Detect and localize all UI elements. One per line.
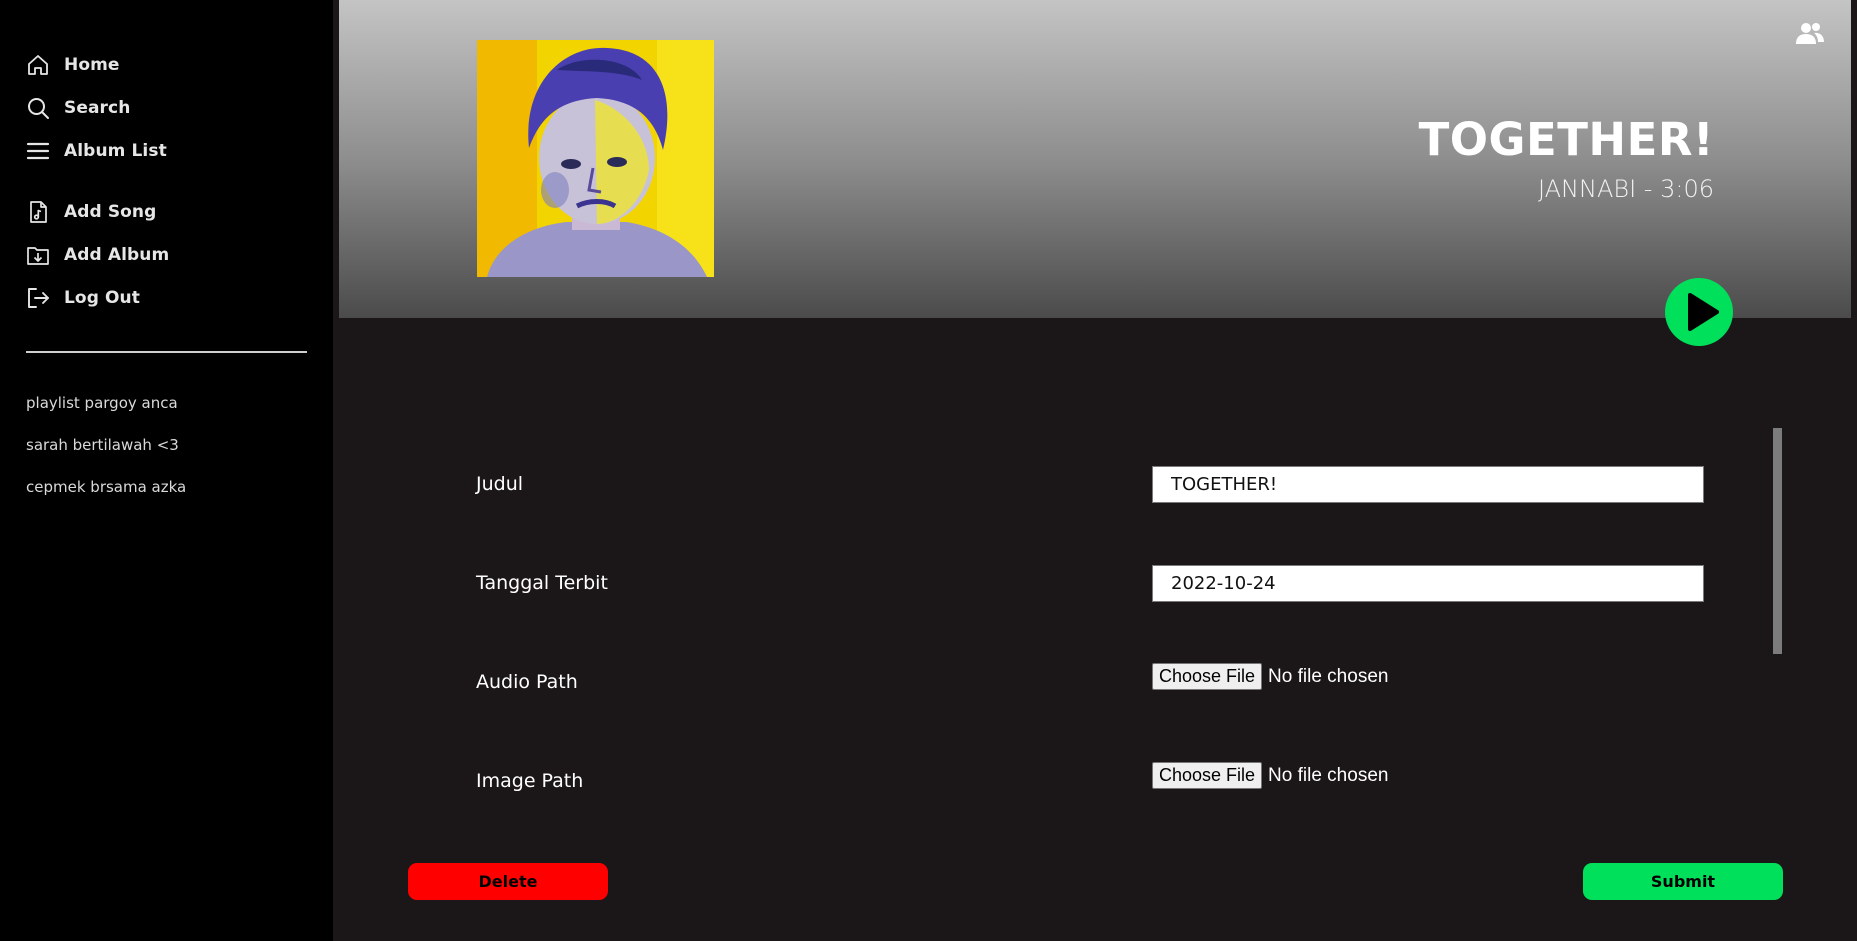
sidebar-divider [26, 351, 307, 353]
nav-home-label: Home [64, 55, 120, 75]
play-icon [1688, 293, 1719, 331]
nav-album-list[interactable]: Album List [26, 136, 167, 166]
image-path-label: Image Path [476, 770, 584, 792]
image-file-picker: Choose File No file chosen [1152, 762, 1388, 789]
folder-download-icon [27, 247, 49, 265]
audio-path-label: Audio Path [476, 671, 578, 693]
submit-button[interactable]: Submit [1583, 863, 1783, 900]
sidebar: Home Search Album List Add Song Add Albu… [0, 0, 333, 941]
audio-choose-file-button[interactable]: Choose File [1152, 663, 1263, 690]
nav-log-out[interactable]: Log Out [26, 283, 140, 313]
tanggal-terbit-input[interactable] [1152, 565, 1704, 602]
judul-input[interactable] [1152, 466, 1704, 503]
scrollbar-thumb[interactable] [1773, 428, 1782, 654]
users-icon[interactable] [1795, 19, 1825, 49]
playlist-item[interactable]: sarah bertilawah <3 [26, 436, 179, 454]
album-cover-image [477, 40, 714, 277]
nav-add-song-label: Add Song [64, 202, 157, 222]
audio-file-status: No file chosen [1268, 665, 1389, 687]
nav-add-album[interactable]: Add Album [26, 240, 169, 270]
menu-icon [26, 142, 50, 160]
nav-search[interactable]: Search [26, 93, 130, 123]
image-choose-file-button[interactable]: Choose File [1152, 762, 1263, 789]
music-file-icon [30, 201, 47, 223]
search-icon [28, 98, 49, 119]
judul-label: Judul [476, 473, 524, 495]
nav-album-list-label: Album List [64, 141, 167, 161]
home-icon [28, 55, 48, 75]
song-title: TOGETHER! [1418, 113, 1714, 166]
logout-icon [28, 288, 49, 308]
nav-search-label: Search [64, 98, 131, 118]
nav-add-album-label: Add Album [64, 245, 170, 265]
play-button[interactable] [1665, 278, 1733, 346]
playlist-item[interactable]: playlist pargoy anca [26, 394, 178, 412]
song-artist-duration: JANNABI - 3:06 [1537, 175, 1714, 203]
audio-file-picker: Choose File No file chosen [1152, 663, 1388, 690]
nav-add-song[interactable]: Add Song [26, 197, 156, 227]
song-header: TOGETHER! JANNABI - 3:06 [339, 0, 1851, 318]
playlist-item[interactable]: cepmek brsama azka [26, 478, 186, 496]
image-file-status: No file chosen [1268, 764, 1389, 786]
delete-button[interactable]: Delete [408, 863, 608, 900]
nav-log-out-label: Log Out [64, 288, 140, 308]
tanggal-terbit-label: Tanggal Terbit [476, 572, 608, 594]
nav-home[interactable]: Home [26, 50, 120, 80]
